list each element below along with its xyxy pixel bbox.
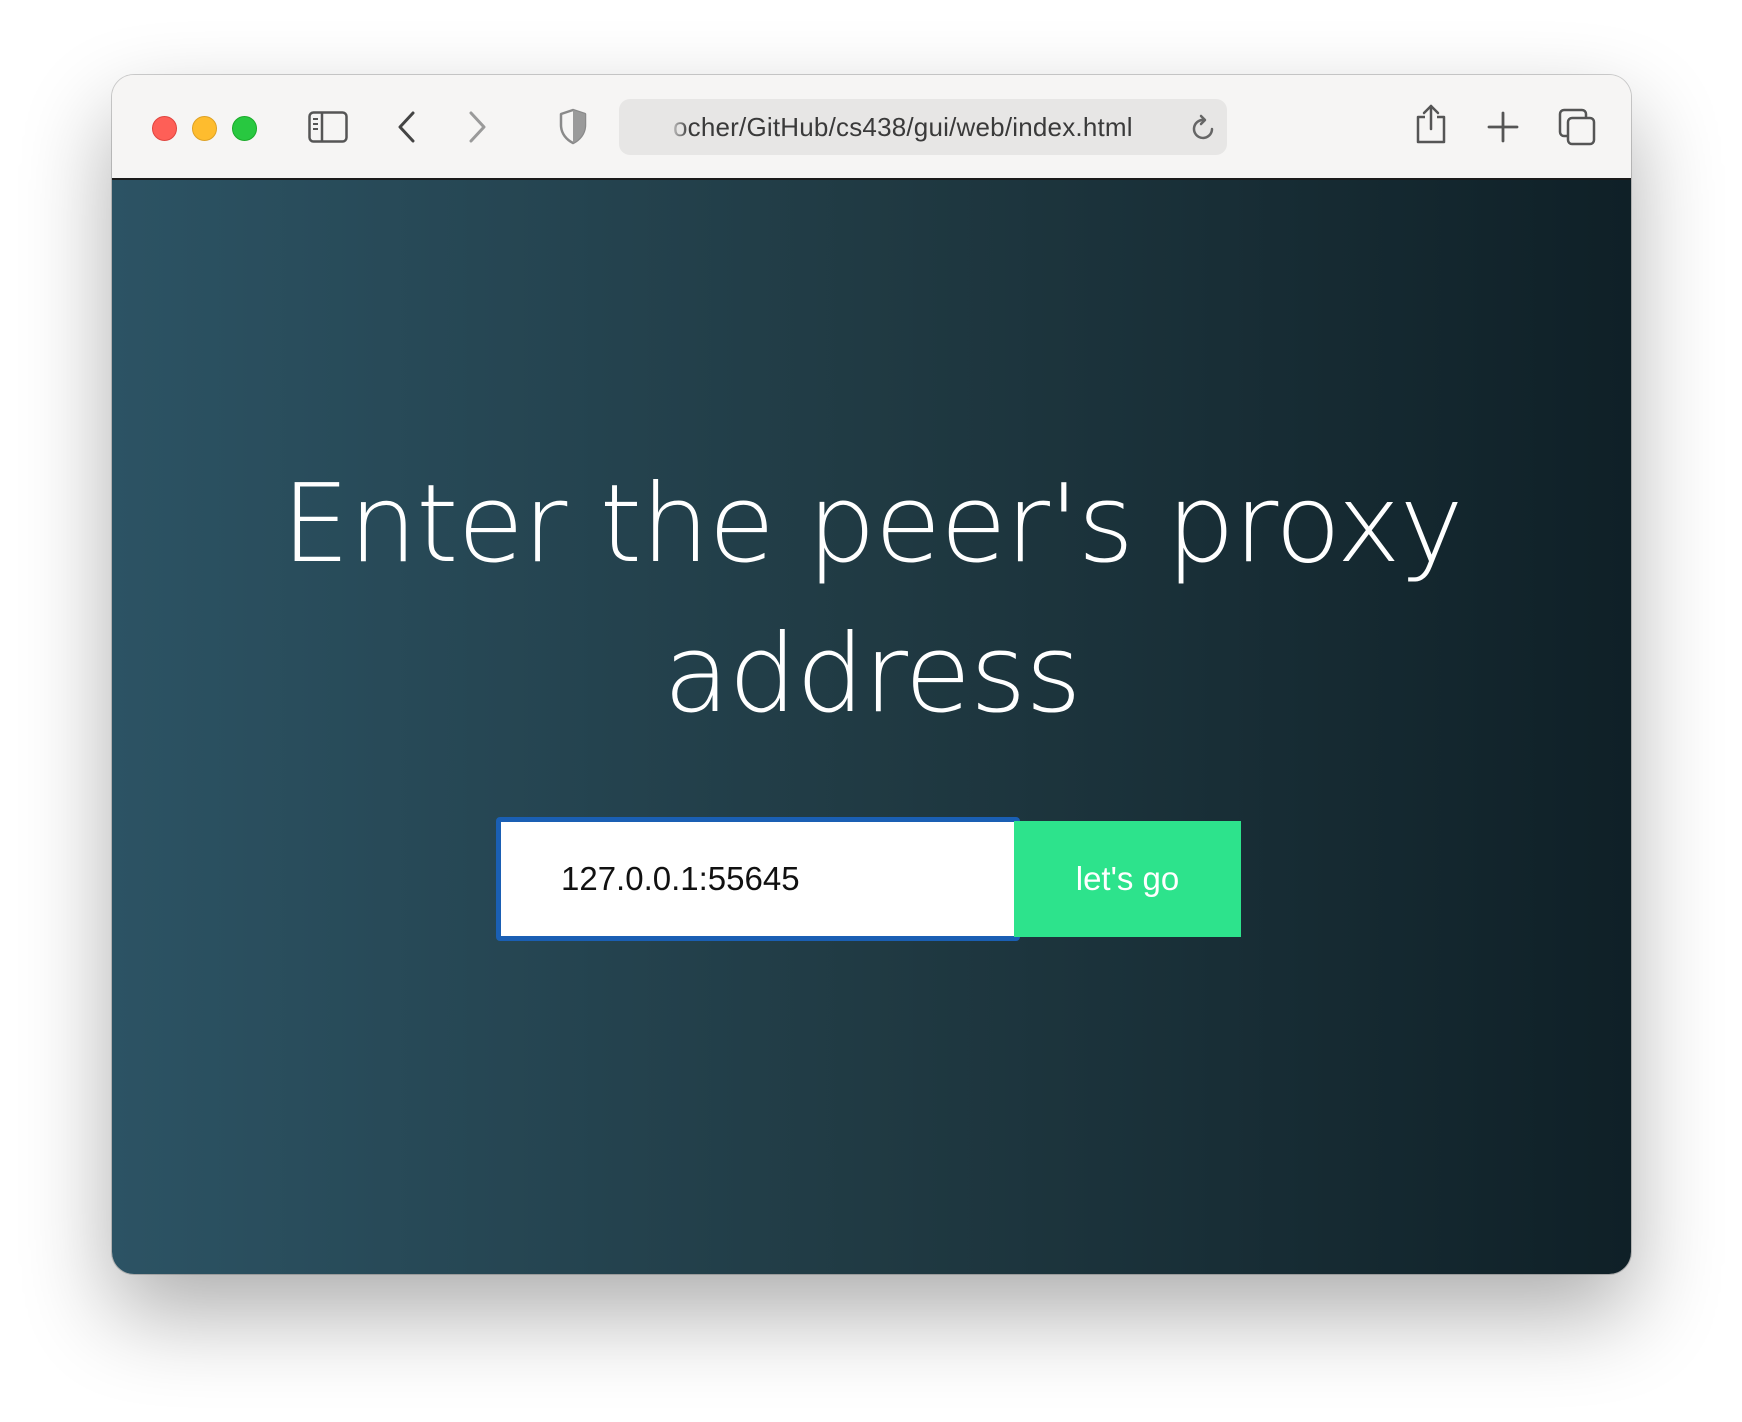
chevron-left-icon[interactable] xyxy=(396,110,418,144)
close-window-button[interactable] xyxy=(152,116,177,141)
shield-icon[interactable] xyxy=(558,108,588,146)
browser-toolbar: ocher/GitHub/cs438/gui/web/index.html xyxy=(112,75,1631,180)
page-content: Enter the peer's proxy address let's go xyxy=(112,180,1631,1274)
address-url-text: ocher/GitHub/cs438/gui/web/index.html xyxy=(673,112,1133,142)
plus-icon[interactable] xyxy=(1487,111,1519,143)
sidebar-icon[interactable] xyxy=(308,111,348,143)
chevron-right-icon[interactable] xyxy=(466,110,488,144)
lets-go-button[interactable]: let's go xyxy=(1014,821,1241,937)
share-icon[interactable] xyxy=(1414,103,1448,145)
page-title: Enter the peer's proxy address xyxy=(281,462,1463,737)
reload-icon[interactable] xyxy=(1191,114,1217,142)
address-fade xyxy=(659,105,689,149)
proxy-address-input[interactable] xyxy=(496,817,1020,941)
tab-overview-icon[interactable] xyxy=(1558,108,1596,146)
zoom-window-button[interactable] xyxy=(232,116,257,141)
minimize-window-button[interactable] xyxy=(192,116,217,141)
address-bar[interactable]: ocher/GitHub/cs438/gui/web/index.html xyxy=(619,99,1227,155)
browser-window: ocher/GitHub/cs438/gui/web/index.html En… xyxy=(112,75,1631,1274)
